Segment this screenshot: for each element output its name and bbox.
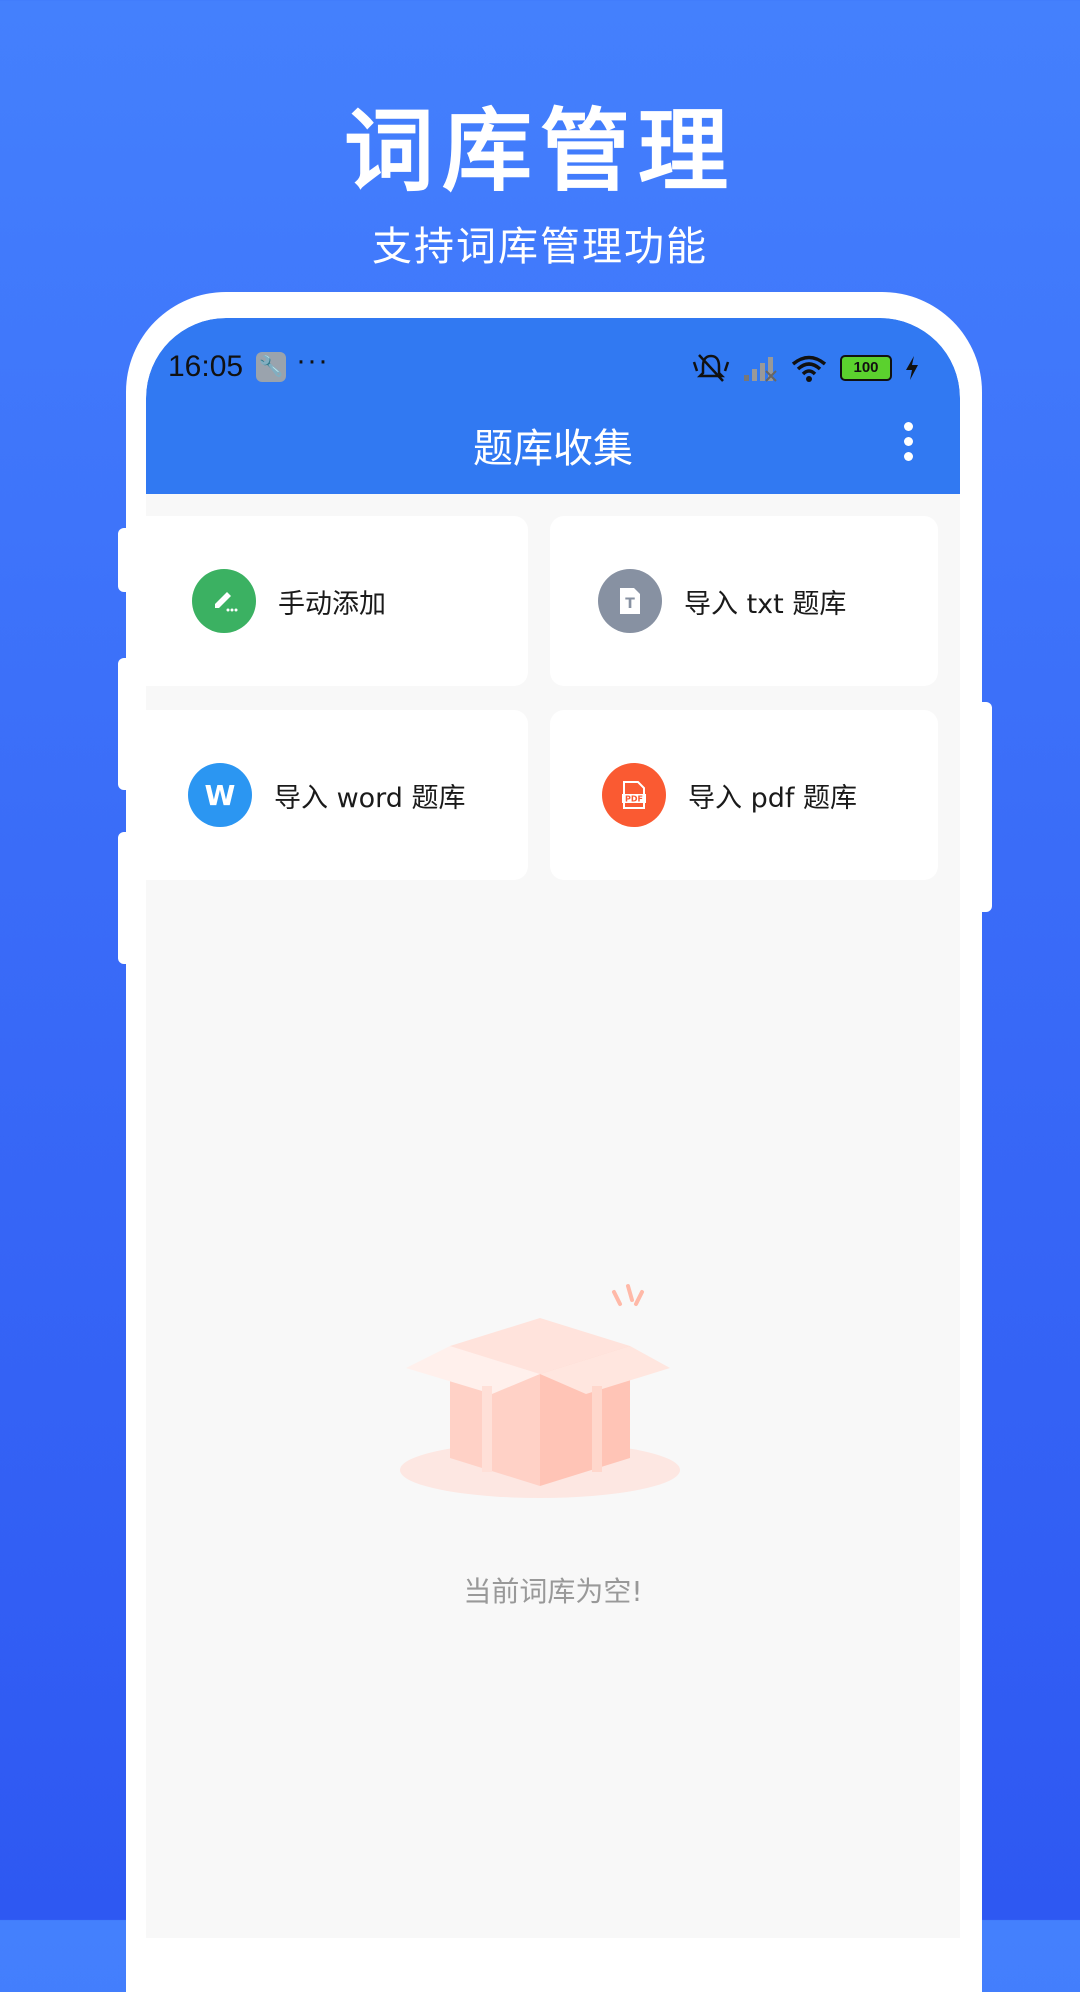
manual-add-label: 手动添加 xyxy=(278,588,386,620)
app-bar-title: 题库收集 xyxy=(473,426,633,472)
import-pdf-label: 导入 pdf 题库 xyxy=(688,782,857,814)
battery-indicator: 100 xyxy=(840,355,892,381)
wrench-icon: 🔧 xyxy=(256,352,286,382)
word-icon-letter: W xyxy=(204,778,236,812)
empty-state-message: 当前词库为空! xyxy=(463,1575,643,1608)
mute-bell-icon xyxy=(692,354,730,382)
word-icon: W xyxy=(188,763,252,827)
empty-box-illustration xyxy=(400,1284,680,1498)
import-txt-label: 导入 txt 题库 xyxy=(684,588,847,620)
wifi-icon xyxy=(791,355,827,382)
phone-side-button xyxy=(118,832,136,964)
manual-add-card[interactable]: 手动添加 xyxy=(146,516,528,686)
app-bar: 16:05 🔧 ··· 100 题库收集 xyxy=(146,318,960,494)
import-word-card[interactable]: W 导入 word 题库 xyxy=(146,710,528,880)
pdf-icon-text: PDF xyxy=(625,795,643,804)
phone-side-button xyxy=(118,658,136,790)
app-screen: 16:05 🔧 ··· 100 题库收集 手动添加 T 导入 txt 题库 W … xyxy=(146,318,960,1938)
charging-bolt-icon xyxy=(906,356,918,380)
import-txt-card[interactable]: T 导入 txt 题库 xyxy=(550,516,938,686)
signal-icon xyxy=(744,357,777,382)
hero-subtitle: 支持词库管理功能 xyxy=(372,224,708,270)
status-more-dots: ··· xyxy=(296,344,329,377)
status-time: 16:05 xyxy=(168,350,244,383)
import-pdf-card[interactable]: PDF 导入 pdf 题库 xyxy=(550,710,938,880)
import-word-label: 导入 word 题库 xyxy=(274,782,466,814)
phone-side-button xyxy=(118,528,136,592)
more-options-icon[interactable] xyxy=(902,422,914,462)
txt-file-icon: T xyxy=(598,569,662,633)
phone-side-button xyxy=(974,702,992,912)
pdf-icon: PDF xyxy=(602,763,666,827)
pencil-icon xyxy=(192,569,256,633)
svg-text:T: T xyxy=(625,596,635,612)
status-icons: 100 xyxy=(692,348,920,388)
hero-title: 词库管理 xyxy=(344,99,736,204)
